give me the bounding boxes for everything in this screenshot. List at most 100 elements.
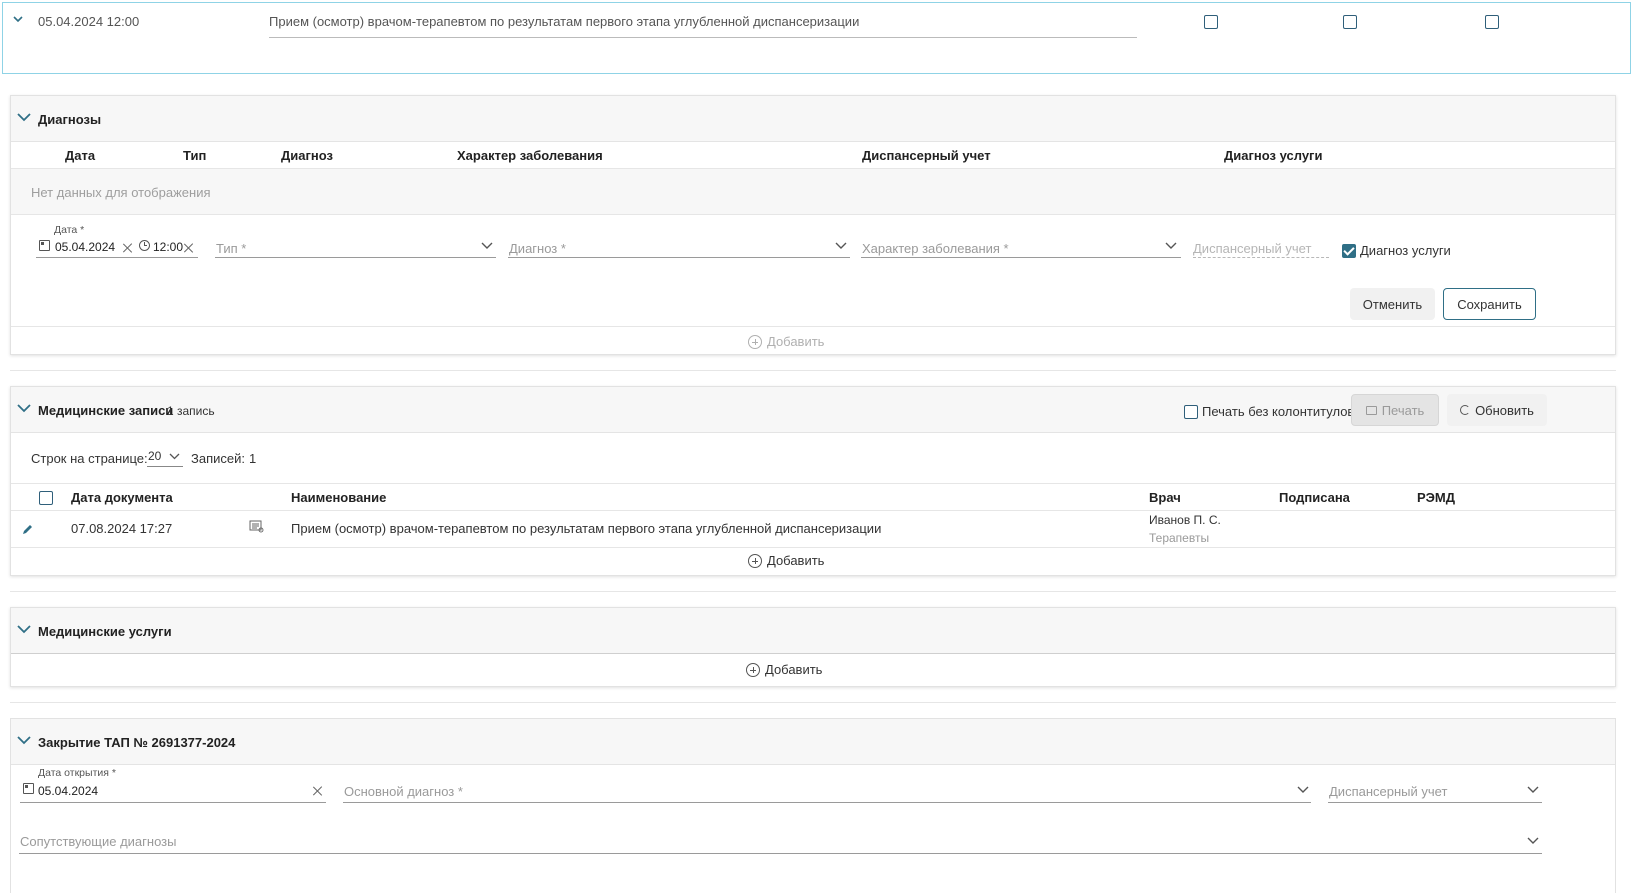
- row-checkbox-2[interactable]: [1343, 15, 1357, 29]
- service-diagnosis-label: Диагноз услуги: [1360, 243, 1451, 258]
- service-name-underline: [269, 37, 1137, 38]
- service-datetime: 05.04.2024 12:00: [38, 14, 140, 29]
- date-input[interactable]: 05.04.2024: [55, 240, 115, 254]
- print-no-headers-label: Печать без колонтитулов: [1202, 404, 1355, 419]
- record-date: 07.08.2024 17:27: [71, 521, 173, 536]
- records-value: 1: [249, 451, 257, 466]
- plus-circle-icon: [746, 662, 760, 677]
- closing-header[interactable]: Закрытие ТАП № 2691377-2024: [11, 719, 1615, 765]
- medical-services-panel: Медицинские услуги Добавить: [10, 607, 1616, 687]
- closing-dispensary-select[interactable]: Диспансерный учет: [1329, 784, 1447, 799]
- chevron-down-icon[interactable]: [1297, 786, 1311, 796]
- main-diagnosis-select[interactable]: Основной диагноз *: [344, 784, 463, 799]
- type-select[interactable]: Тип *: [216, 241, 246, 256]
- medical-records-header[interactable]: Медицинские записи 1 запись Печать без к…: [11, 387, 1615, 433]
- refresh-button[interactable]: Обновить: [1447, 394, 1547, 426]
- section-divider: [10, 370, 1616, 371]
- dispensary-underline: [1193, 257, 1329, 258]
- row-checkbox-3[interactable]: [1485, 15, 1499, 29]
- calendar-icon[interactable]: [39, 240, 50, 251]
- service-name: Прием (осмотр) врачом-терапевтом по резу…: [269, 14, 860, 29]
- medical-services-header[interactable]: Медицинские услуги: [11, 608, 1615, 654]
- row-checkbox-1[interactable]: [1204, 15, 1218, 29]
- clear-date-icon[interactable]: [313, 786, 323, 796]
- save-button[interactable]: Сохранить: [1443, 288, 1536, 320]
- medical-records-title: Медицинские записи: [38, 403, 174, 418]
- main-diagnosis-underline: [343, 802, 1311, 803]
- col-dispensary: Диспансерный учет: [862, 148, 991, 163]
- print-button[interactable]: Печать: [1351, 394, 1439, 426]
- selected-service-row[interactable]: 05.04.2024 12:00 Прием (осмотр) врачом-т…: [2, 2, 1631, 74]
- time-input[interactable]: 12:00: [153, 240, 183, 254]
- open-date-input[interactable]: 05.04.2024: [38, 784, 98, 798]
- add-label: Добавить: [767, 553, 825, 568]
- chevron-down-icon[interactable]: [17, 736, 31, 746]
- date-label: Дата *: [54, 224, 85, 236]
- chevron-down-icon[interactable]: [17, 113, 31, 123]
- col-doc-date: Дата документа: [71, 490, 173, 505]
- col-type: Тип: [183, 148, 207, 163]
- col-remd: РЭМД: [1417, 490, 1456, 505]
- section-divider: [10, 702, 1616, 703]
- chevron-down-icon: [169, 453, 183, 463]
- empty-row: Нет данных для отображения: [11, 169, 1615, 214]
- add-label: Добавить: [765, 662, 823, 677]
- clock-icon[interactable]: [139, 240, 150, 251]
- medical-services-title: Медицинские услуги: [38, 624, 172, 639]
- records-count: 1 запись: [167, 404, 215, 418]
- clear-date-icon[interactable]: [123, 243, 133, 253]
- plus-circle-icon: [748, 334, 762, 349]
- rows-per-page-label: Строк на странице:: [31, 451, 148, 466]
- diagnoses-panel: Диагнозы Дата Тип Диагноз Характер забол…: [10, 95, 1616, 355]
- rows-per-page-select[interactable]: 20: [147, 447, 183, 467]
- closing-title: Закрытие ТАП № 2691377-2024: [38, 735, 236, 750]
- diagnosis-select[interactable]: Диагноз *: [509, 241, 566, 256]
- service-diagnosis-checkbox[interactable]: [1342, 244, 1356, 258]
- diagnoses-title: Диагнозы: [38, 112, 102, 127]
- character-select[interactable]: Характер заболевания *: [862, 241, 1009, 256]
- divider: [11, 547, 1615, 548]
- printer-icon: [1365, 405, 1377, 415]
- rows-per-page-value: 20: [148, 449, 162, 463]
- diagnoses-header[interactable]: Диагнозы: [11, 96, 1615, 142]
- edit-pencil-icon[interactable]: [21, 523, 34, 539]
- chevron-down-icon[interactable]: [17, 625, 31, 635]
- refresh-label: Обновить: [1475, 402, 1534, 418]
- table-row[interactable]: 07.08.2024 17:27 Прием (осмотр) врачом-т…: [11, 511, 1615, 547]
- concomitant-underline: [19, 853, 1542, 854]
- add-record-link[interactable]: Добавить: [748, 553, 824, 568]
- add-diagnosis-link[interactable]: Добавить: [748, 334, 824, 349]
- closing-panel: Закрытие ТАП № 2691377-2024 Дата открыти…: [10, 718, 1616, 893]
- open-date-underline: [20, 802, 326, 803]
- chevron-down-icon[interactable]: [13, 15, 27, 25]
- add-label: Добавить: [767, 334, 825, 349]
- divider: [11, 214, 1615, 215]
- cancel-button[interactable]: Отменить: [1350, 288, 1435, 320]
- col-name: Наименование: [291, 490, 387, 505]
- col-date: Дата: [65, 148, 96, 163]
- print-no-headers-checkbox[interactable]: [1184, 405, 1198, 419]
- clear-time-icon[interactable]: [184, 243, 194, 253]
- divider: [11, 483, 1615, 484]
- medical-records-panel: Медицинские записи 1 запись Печать без к…: [10, 386, 1616, 576]
- chevron-down-icon[interactable]: [1165, 242, 1179, 252]
- select-all-checkbox[interactable]: [39, 491, 53, 505]
- chevron-down-icon[interactable]: [1527, 786, 1541, 796]
- closing-dispensary-underline: [1328, 802, 1542, 803]
- calendar-icon[interactable]: [23, 783, 34, 794]
- chevron-down-icon[interactable]: [835, 242, 849, 252]
- col-diagnosis: Диагноз: [281, 148, 333, 163]
- print-label: Печать: [1381, 402, 1425, 418]
- chevron-down-icon[interactable]: [1527, 837, 1541, 847]
- chevron-down-icon[interactable]: [481, 242, 495, 252]
- character-underline: [861, 257, 1181, 258]
- open-date-label: Дата открытия *: [38, 767, 116, 779]
- col-service-diagnosis: Диагноз услуги: [1224, 148, 1323, 163]
- document-icon[interactable]: [249, 520, 264, 536]
- dispensary-field: Диспансерный учет: [1193, 241, 1312, 256]
- chevron-down-icon[interactable]: [17, 404, 31, 414]
- add-service-link[interactable]: Добавить: [746, 662, 822, 677]
- concomitant-select[interactable]: Сопутствующие диагнозы: [20, 834, 176, 849]
- record-doctor: Иванов П. С.: [1149, 513, 1221, 527]
- date-underline: [36, 257, 198, 258]
